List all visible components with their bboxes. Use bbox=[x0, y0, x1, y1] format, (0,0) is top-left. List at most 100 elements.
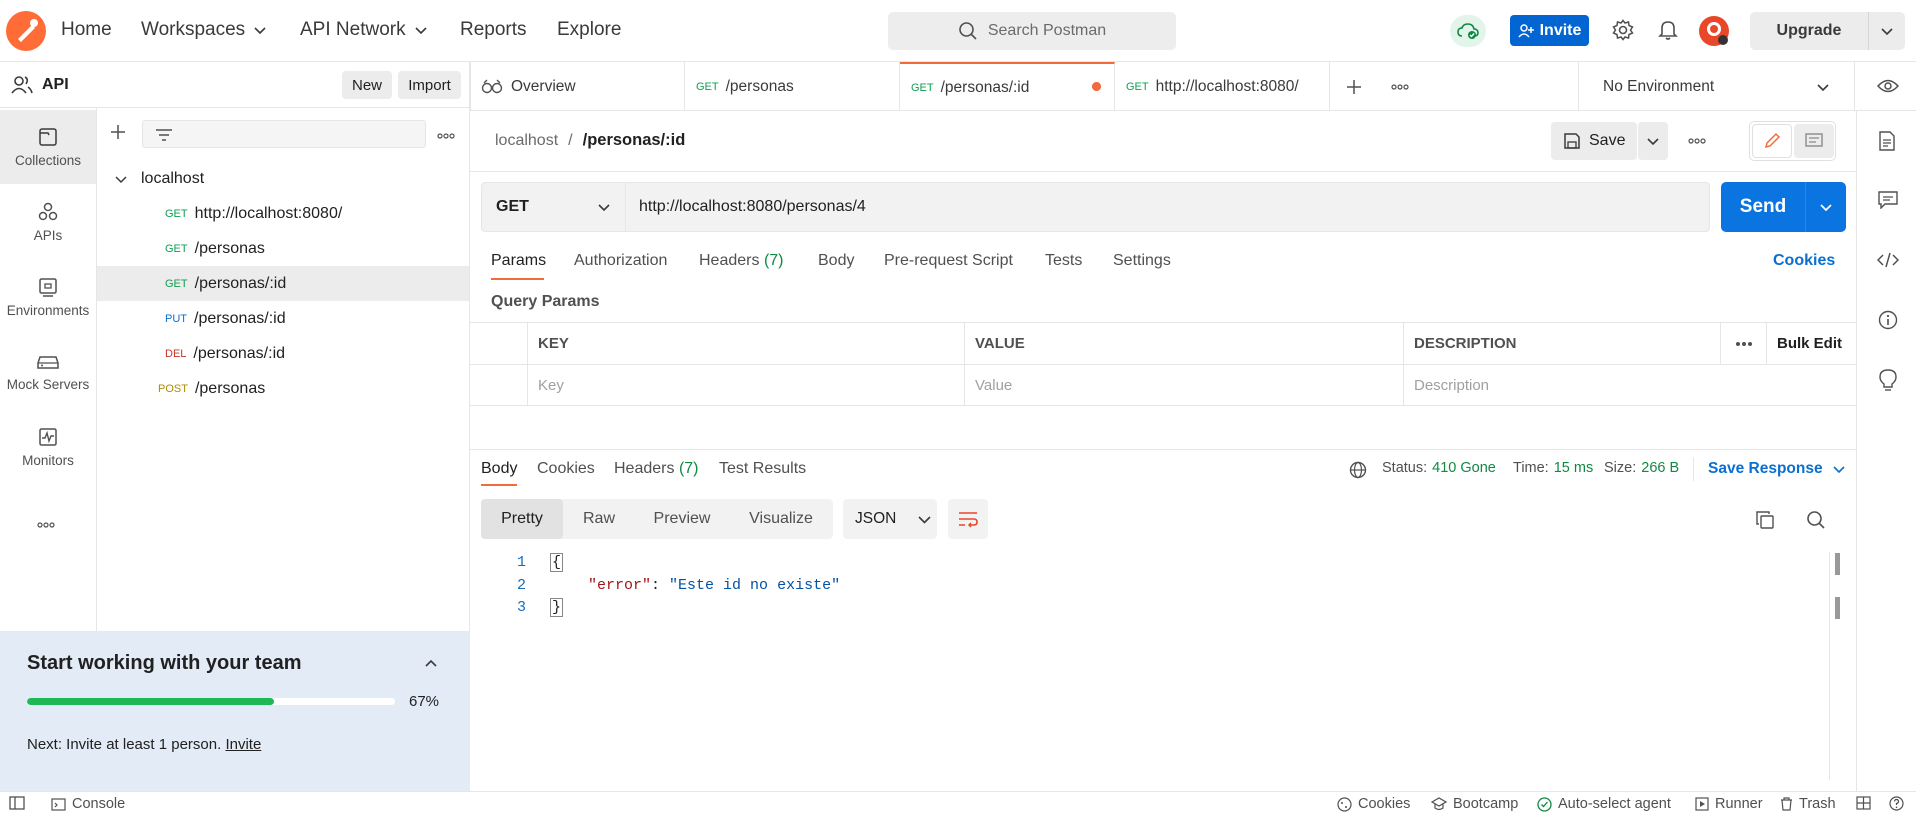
chevron-down-icon[interactable] bbox=[1869, 24, 1905, 38]
scrollbar-marker[interactable] bbox=[1835, 553, 1840, 575]
nav-explore[interactable]: Explore bbox=[557, 19, 621, 41]
invite-link[interactable]: Invite bbox=[225, 736, 261, 753]
eye-icon[interactable] bbox=[1877, 78, 1899, 94]
description-input[interactable]: Description bbox=[1404, 365, 1856, 406]
tree-item[interactable]: POST /personas bbox=[97, 371, 469, 406]
documentation-icon[interactable] bbox=[1878, 131, 1896, 151]
tab-get-personas-id[interactable]: GET /personas/:id bbox=[900, 62, 1115, 111]
save-response-button[interactable]: Save Response bbox=[1708, 460, 1845, 478]
response-tab-cookies[interactable]: Cookies bbox=[537, 460, 595, 478]
tab-headers[interactable]: Headers (7) bbox=[699, 252, 784, 270]
tab-settings[interactable]: Settings bbox=[1113, 252, 1171, 270]
tree-item[interactable]: GET /personas bbox=[97, 231, 469, 266]
save-dropdown[interactable] bbox=[1638, 122, 1668, 160]
nav-reports-label[interactable]: Reports bbox=[460, 19, 527, 41]
nav-explore-label[interactable]: Explore bbox=[557, 19, 621, 41]
search-input[interactable]: Search Postman bbox=[888, 12, 1176, 50]
search-icon[interactable] bbox=[1806, 510, 1826, 530]
page-title[interactable]: /personas/:id bbox=[583, 131, 686, 150]
filter-input[interactable] bbox=[142, 120, 426, 148]
sidebar-item-environments[interactable]: Environments bbox=[0, 260, 96, 334]
response-tab-body[interactable]: Body bbox=[481, 460, 517, 486]
time-value[interactable]: 15 ms bbox=[1554, 460, 1594, 476]
value-input[interactable]: Value bbox=[965, 365, 1404, 406]
gear-icon[interactable] bbox=[1612, 19, 1634, 41]
tab-body[interactable]: Body bbox=[818, 252, 854, 270]
console-button[interactable]: Console bbox=[51, 796, 125, 812]
tree-item[interactable]: PUT /personas/:id bbox=[97, 301, 469, 336]
plus-icon[interactable] bbox=[1346, 79, 1362, 95]
lightbulb-icon[interactable] bbox=[1878, 369, 1898, 391]
format-select[interactable]: JSON bbox=[843, 499, 937, 539]
view-visualize-button[interactable]: Visualize bbox=[729, 499, 833, 539]
chevron-up-icon[interactable] bbox=[424, 657, 438, 671]
upgrade-label[interactable]: Upgrade bbox=[1750, 22, 1868, 40]
toggle-sidebar-icon[interactable] bbox=[9, 796, 25, 810]
avatar[interactable] bbox=[1699, 16, 1729, 46]
nav-home[interactable]: Home bbox=[61, 19, 112, 41]
code-icon[interactable] bbox=[1877, 252, 1899, 268]
more-options-icon[interactable] bbox=[437, 133, 455, 139]
upgrade-button[interactable]: Upgrade bbox=[1750, 12, 1905, 50]
environment-select[interactable]: No Environment bbox=[1579, 62, 1854, 111]
url-input[interactable]: http://localhost:8080/personas/4 bbox=[639, 183, 866, 231]
breadcrumb-parent[interactable]: localhost bbox=[495, 132, 558, 150]
nav-api-network[interactable]: API Network bbox=[300, 19, 428, 41]
import-button[interactable]: Import bbox=[398, 71, 461, 99]
help-icon[interactable] bbox=[1889, 796, 1904, 811]
sidebar-item-apis[interactable]: APIs bbox=[0, 185, 96, 259]
auto-select-agent-button[interactable]: Auto-select agent bbox=[1537, 796, 1671, 812]
tree-item[interactable]: GET http://localhost:8080/ bbox=[97, 196, 469, 231]
cookies-button[interactable]: Cookies bbox=[1337, 796, 1410, 812]
status-value[interactable]: 410 Gone bbox=[1432, 460, 1496, 476]
sidebar-item-mock-servers[interactable]: Mock Servers bbox=[0, 335, 96, 409]
tab-params[interactable]: Params bbox=[491, 252, 546, 280]
nav-workspaces-label[interactable]: Workspaces bbox=[141, 19, 245, 41]
tab-tests[interactable]: Tests bbox=[1045, 252, 1082, 270]
sidebar-item-monitors[interactable]: Monitors bbox=[0, 410, 96, 484]
layout-icon[interactable] bbox=[1856, 796, 1871, 810]
info-icon[interactable] bbox=[1878, 310, 1898, 330]
more-options-icon[interactable] bbox=[1688, 138, 1706, 144]
save-button[interactable]: Save bbox=[1551, 122, 1637, 160]
nav-reports[interactable]: Reports bbox=[460, 19, 527, 41]
send-label[interactable]: Send bbox=[1721, 182, 1805, 232]
bootcamp-button[interactable]: Bootcamp bbox=[1431, 796, 1518, 812]
nav-home-label[interactable]: Home bbox=[61, 19, 112, 41]
cookies-link[interactable]: Cookies bbox=[1773, 252, 1835, 270]
sidebar-item-collections[interactable]: Collections bbox=[0, 110, 96, 184]
cloud-sync-icon[interactable] bbox=[1450, 15, 1486, 47]
bulk-edit-button[interactable]: Bulk Edit bbox=[1767, 323, 1856, 364]
invite-button[interactable]: Invite bbox=[1510, 15, 1589, 46]
workspace-title[interactable]: API bbox=[11, 75, 69, 95]
key-input[interactable]: Key bbox=[528, 365, 965, 406]
tree-item-selected[interactable]: GET /personas/:id bbox=[97, 266, 469, 301]
edit-mode-button[interactable] bbox=[1752, 124, 1792, 158]
globe-icon[interactable] bbox=[1349, 461, 1367, 479]
tab-get-localhost[interactable]: GET http://localhost:8080/ bbox=[1115, 62, 1330, 111]
copy-icon[interactable] bbox=[1756, 511, 1774, 529]
collection-folder[interactable]: localhost bbox=[97, 161, 469, 196]
comments-icon[interactable] bbox=[1878, 191, 1898, 209]
more-options-icon[interactable] bbox=[1721, 323, 1767, 364]
more-options-icon[interactable] bbox=[37, 522, 55, 528]
comment-mode-button[interactable] bbox=[1794, 124, 1834, 158]
trash-button[interactable]: Trash bbox=[1780, 796, 1836, 812]
view-preview-button[interactable]: Preview bbox=[635, 499, 729, 539]
wrap-lines-icon[interactable] bbox=[948, 499, 988, 539]
chevron-down-icon[interactable] bbox=[1806, 182, 1846, 232]
tab-get-personas[interactable]: GET /personas bbox=[685, 62, 1101, 111]
scrollbar-marker[interactable] bbox=[1835, 597, 1840, 619]
bell-icon[interactable] bbox=[1658, 19, 1678, 41]
runner-button[interactable]: Runner bbox=[1695, 796, 1763, 812]
response-tab-test-results[interactable]: Test Results bbox=[719, 460, 806, 478]
tab-overview[interactable]: Overview bbox=[470, 62, 685, 111]
tree-item[interactable]: DEL /personas/:id bbox=[97, 336, 469, 371]
tab-authorization[interactable]: Authorization bbox=[574, 252, 667, 270]
view-pretty-button[interactable]: Pretty bbox=[481, 499, 563, 539]
size-value[interactable]: 266 B bbox=[1641, 460, 1679, 476]
view-raw-button[interactable]: Raw bbox=[563, 499, 635, 539]
nav-api-network-label[interactable]: API Network bbox=[300, 19, 406, 41]
plus-icon[interactable] bbox=[110, 124, 126, 140]
method-select[interactable]: GET bbox=[482, 183, 626, 231]
